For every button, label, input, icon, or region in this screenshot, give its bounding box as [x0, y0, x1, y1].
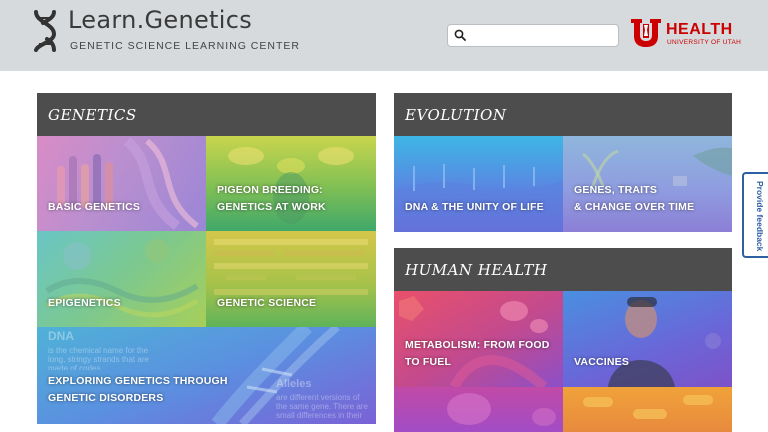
tile-genetic-disorders-label-line2: GENETIC DISORDERS — [48, 392, 164, 404]
tile-dna-unity-of-life-label: DNA & THE UNITY OF LIFE — [405, 201, 544, 213]
person-illustration — [608, 297, 721, 387]
tile-epigenetics[interactable]: EPIGENETICS — [37, 231, 206, 327]
brand-subtitle: GENETIC SCIENCE LEARNING CENTER — [70, 40, 300, 52]
tile-basic-genetics-label: BASIC GENETICS — [48, 201, 141, 213]
tile-metabolism-label-line1: METABOLISM: FROM FOOD — [405, 339, 550, 351]
tile-human-health-bottom-right[interactable] — [563, 387, 732, 432]
epigenetics-illustration — [45, 239, 199, 318]
human-health-section: HUMAN HEALTH METABOLISM: FROM FOOD TO FU… — [394, 248, 732, 432]
genetics-section: GENETICS BASIC GENETICS PIGEON BREEDING:… — [37, 93, 376, 424]
u-health-logo-icon — [631, 19, 661, 47]
provide-feedback-label: Provide feedback — [755, 180, 765, 252]
tile-pigeon-breeding-label: PIGEON BREEDING: GENETICS AT WORK — [217, 182, 326, 216]
university-health-logo[interactable]: HEALTH UNIVERSITY OF UTAH — [630, 18, 742, 50]
tile-epigenetics-label: EPIGENETICS — [48, 297, 121, 309]
bg-alleles-title: Alleles — [276, 378, 312, 390]
landscape-illustration — [394, 164, 563, 232]
evolution-section-title[interactable]: EVOLUTION — [394, 93, 732, 136]
provide-feedback-tab[interactable]: Provide feedback — [742, 172, 768, 258]
cell-illustration — [447, 393, 556, 426]
tile-vaccines-label: VACCINES — [574, 356, 630, 368]
tile-basic-genetics[interactable]: BASIC GENETICS — [37, 136, 206, 231]
tile-genetic-science-label: GENETIC SCIENCE — [217, 297, 317, 309]
tile-metabolism-label: METABOLISM: FROM FOOD TO FUEL — [405, 337, 550, 371]
partner-name: HEALTH — [666, 21, 733, 38]
partner-subtitle: UNIVERSITY OF UTAH — [667, 39, 742, 46]
tile-genetic-disorders[interactable]: DNA is the chemical name for the long, s… — [37, 327, 376, 424]
chromosome-illustration — [57, 137, 199, 230]
genetics-section-title[interactable]: GENETICS — [37, 93, 376, 136]
evolution-section: EVOLUTION DNA & THE UNITY OF LIFE GENES,… — [394, 93, 732, 232]
tile-pigeon-breeding-label-line1: PIGEON BREEDING: — [217, 184, 323, 196]
tile-metabolism-label-line2: TO FUEL — [405, 356, 452, 368]
pills-illustration — [583, 395, 713, 419]
bg-dna-body: is the chemical name for the long, strin… — [48, 346, 149, 370]
tile-human-health-bottom-left[interactable] — [394, 387, 563, 432]
tile-pigeon-breeding[interactable]: PIGEON BREEDING: GENETICS AT WORK — [206, 136, 376, 231]
gel-bands-illustration — [214, 239, 368, 295]
human-health-section-title[interactable]: HUMAN HEALTH — [394, 248, 732, 291]
dna-logo-icon[interactable] — [30, 10, 60, 52]
bg-dna-title: DNA — [48, 329, 74, 343]
tile-vaccines[interactable]: VACCINES — [563, 291, 732, 387]
site-header: Learn.Genetics GENETIC SCIENCE LEARNING … — [0, 0, 768, 71]
tile-genetic-science[interactable]: GENETIC SCIENCE — [206, 231, 376, 327]
tile-metabolism[interactable]: METABOLISM: FROM FOOD TO FUEL — [394, 291, 563, 387]
tile-genes-traits-change-label-line1: GENES, TRAITS — [574, 184, 658, 196]
tile-genes-traits-change[interactable]: GENES, TRAITS & CHANGE OVER TIME — [563, 136, 732, 232]
search-box[interactable] — [447, 24, 619, 47]
brand-title[interactable]: Learn.Genetics — [68, 6, 252, 34]
tile-genes-traits-change-label: GENES, TRAITS & CHANGE OVER TIME — [574, 182, 694, 216]
tile-genes-traits-change-label-line2: & CHANGE OVER TIME — [574, 201, 695, 213]
search-input[interactable] — [470, 27, 614, 44]
bg-alleles-body: are different versions of the same gene.… — [276, 393, 368, 420]
tile-pigeon-breeding-label-line2: GENETICS AT WORK — [217, 201, 326, 213]
tile-dna-unity-of-life[interactable]: DNA & THE UNITY OF LIFE — [394, 136, 563, 232]
search-icon[interactable] — [454, 29, 466, 41]
tile-genetic-disorders-label: EXPLORING GENETICS THROUGH GENETIC DISOR… — [48, 373, 228, 407]
tile-genetic-disorders-label-line1: EXPLORING GENETICS THROUGH — [48, 375, 228, 387]
